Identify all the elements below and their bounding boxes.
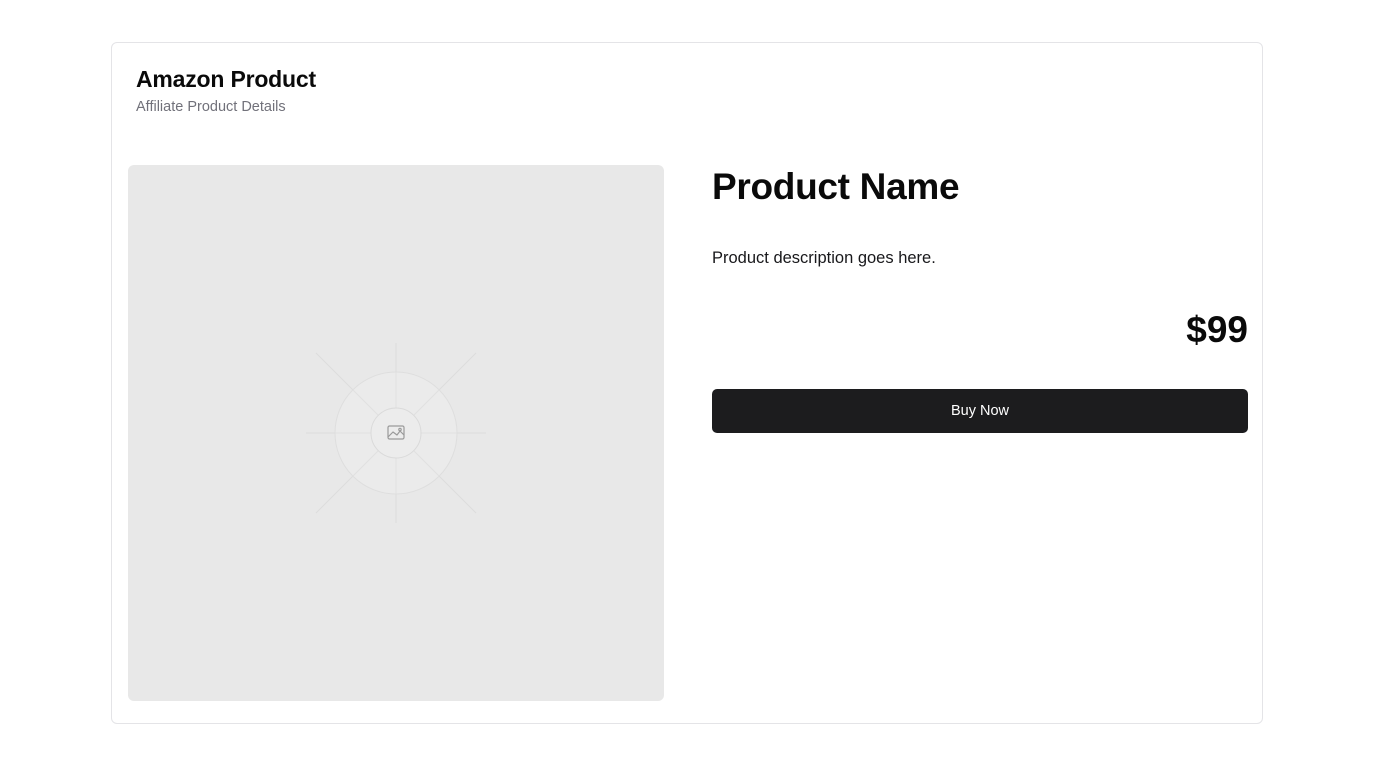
product-name: Product Name bbox=[712, 166, 960, 207]
card-title: Amazon Product bbox=[136, 66, 316, 92]
product-price: $99 bbox=[1186, 309, 1248, 350]
product-description: Product description goes here. bbox=[712, 249, 936, 267]
product-image bbox=[128, 165, 664, 701]
product-card: Amazon Product Affiliate Product Details bbox=[111, 42, 1263, 724]
card-header: Amazon Product Affiliate Product Details bbox=[136, 65, 316, 116]
product-details: Product Name Product description goes he… bbox=[712, 165, 1248, 433]
card-subtitle: Affiliate Product Details bbox=[136, 99, 286, 115]
image-placeholder-icon bbox=[306, 343, 486, 523]
buy-now-button[interactable]: Buy Now bbox=[712, 389, 1248, 433]
